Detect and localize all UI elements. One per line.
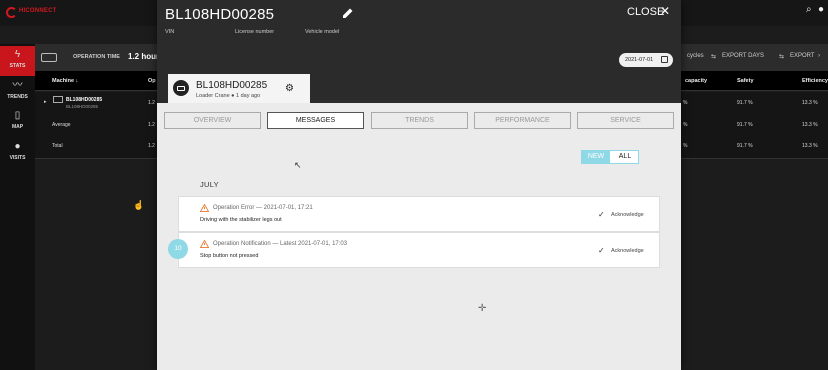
crosshair-cursor-icon: ✛ bbox=[478, 303, 487, 314]
acknowledge-button[interactable]: Acknowledge bbox=[611, 248, 644, 254]
tab-trends[interactable]: TRENDS bbox=[371, 112, 468, 129]
tab-messages[interactable]: MESSAGES bbox=[267, 112, 364, 129]
truck-icon bbox=[41, 53, 57, 62]
mouse-cursor-icon: ↖ bbox=[294, 160, 302, 170]
logo: HICONNECT bbox=[6, 7, 56, 19]
cell-safety: 91.7 % bbox=[737, 122, 753, 128]
map-icon: ▯ bbox=[14, 110, 21, 121]
user-icon[interactable]: ● bbox=[818, 4, 824, 15]
edit-icon[interactable] bbox=[342, 7, 354, 19]
filter-all-button[interactable]: ALL bbox=[611, 151, 639, 163]
machine-avatar bbox=[171, 78, 191, 98]
check-icon[interactable]: ✓ bbox=[598, 210, 605, 219]
cell-op: 1.2 bbox=[148, 143, 155, 149]
tab-performance[interactable]: PERFORMANCE bbox=[474, 112, 571, 129]
message-type: Operation Error — 2021-07-01, 17:21 bbox=[213, 205, 313, 211]
message-count-badge: 10 bbox=[168, 239, 188, 259]
nav-item-stats[interactable]: ϟ STATS bbox=[0, 46, 35, 76]
message-item[interactable]: Operation Error — 2021-07-01, 17:21 Driv… bbox=[178, 196, 660, 232]
warning-icon bbox=[200, 240, 209, 248]
machine-modal: BL108HD00285 CLOSE ✕ VIN License number … bbox=[157, 0, 681, 370]
message-type: Operation Notification — Latest 2021-07-… bbox=[213, 241, 348, 247]
export-button[interactable]: EXPORT bbox=[790, 53, 815, 59]
export-days-icon: ⇆ bbox=[711, 54, 717, 60]
machine-name: BL108HD00285 bbox=[66, 97, 103, 103]
search-icon[interactable]: ⌕ bbox=[806, 4, 812, 15]
close-button[interactable]: CLOSE bbox=[627, 6, 664, 18]
message-item[interactable]: Operation Notification — Latest 2021-07-… bbox=[178, 232, 660, 268]
cycles-label: cycles bbox=[687, 53, 704, 59]
nav-label-stats: STATS bbox=[9, 63, 26, 69]
cell-pct: % bbox=[683, 122, 688, 128]
row-name: Total bbox=[52, 143, 63, 149]
cell-safety: 91.7 % bbox=[737, 143, 753, 149]
machine-serial-title: BL108HD00285 bbox=[165, 6, 275, 23]
filter-new-button[interactable]: NEW bbox=[582, 151, 610, 163]
nav-label-trends: TRENDS bbox=[7, 94, 28, 100]
card-subtitle: Loader Crane ● 1 day ago bbox=[196, 93, 261, 99]
close-icon[interactable]: ✕ bbox=[660, 4, 670, 18]
cell-pct: % bbox=[683, 100, 688, 106]
expand-icon[interactable]: ▸ bbox=[44, 99, 47, 105]
cell-op: 1.2 bbox=[148, 122, 155, 128]
date-value: 2021-07-01 bbox=[625, 57, 654, 63]
date-picker[interactable]: 2021-07-01 bbox=[619, 53, 673, 67]
col-machine[interactable]: Machine ↓ bbox=[52, 78, 78, 84]
col-op[interactable]: Op bbox=[148, 78, 156, 84]
next-icon[interactable]: › bbox=[818, 53, 820, 59]
nav-item-trends[interactable]: 〰 TRENDS bbox=[0, 77, 35, 107]
logo-mark-icon bbox=[6, 7, 17, 18]
cell-op: 1.2 bbox=[148, 100, 155, 106]
machine-card: BL108HD00285 ⚙ Loader Crane ● 1 day ago bbox=[168, 74, 310, 103]
trends-icon: 〰 bbox=[12, 80, 23, 91]
check-icon[interactable]: ✓ bbox=[598, 246, 605, 255]
col-capacity[interactable]: capacity bbox=[685, 78, 707, 84]
operation-time-label: OPERATION TIME bbox=[73, 54, 120, 60]
nav-item-visits[interactable]: ● VISITS bbox=[0, 138, 35, 168]
gear-icon[interactable]: ⚙ bbox=[285, 83, 294, 94]
message-text: Driving with the stabilizer legs out bbox=[200, 217, 282, 223]
tab-overview[interactable]: OVERVIEW bbox=[164, 112, 261, 129]
cell-efficiency: 13.3 % bbox=[802, 122, 818, 128]
cell-safety: 91.7 % bbox=[737, 100, 753, 106]
machine-icon bbox=[53, 96, 63, 103]
col-safety[interactable]: Safety bbox=[737, 78, 754, 84]
calendar-icon bbox=[661, 56, 668, 63]
side-nav: ϟ STATS 〰 TRENDS ▯ MAP ● VISITS bbox=[0, 44, 35, 370]
month-heading: JULY bbox=[200, 180, 219, 189]
col-efficiency[interactable]: Efficiency bbox=[802, 78, 828, 84]
nav-label-map: MAP bbox=[11, 124, 24, 130]
warning-icon bbox=[200, 204, 209, 212]
nav-item-map[interactable]: ▯ MAP bbox=[0, 107, 35, 137]
cell-efficiency: 13.3 % bbox=[802, 100, 818, 106]
model-label: Vehicle model bbox=[305, 29, 340, 35]
truck-icon bbox=[177, 86, 185, 91]
logo-text: HICONNECT bbox=[19, 8, 57, 14]
export-icon: ⇆ bbox=[779, 54, 785, 60]
row-name: Average bbox=[52, 122, 71, 128]
stats-icon: ϟ bbox=[14, 49, 21, 60]
mouse-cursor-icon: ☝ bbox=[133, 200, 145, 210]
card-serial: BL108HD00285 bbox=[196, 80, 268, 91]
cell-efficiency: 13.3 % bbox=[802, 143, 818, 149]
vin-label: VIN bbox=[165, 29, 175, 35]
cell-pct: % bbox=[683, 143, 688, 149]
license-label: License number bbox=[235, 29, 275, 35]
machine-sub: BL108HD00285 bbox=[66, 104, 99, 109]
acknowledge-button[interactable]: Acknowledge bbox=[611, 212, 644, 218]
export-days-button[interactable]: EXPORT DAYS bbox=[722, 53, 764, 59]
visits-icon: ● bbox=[14, 141, 21, 152]
nav-label-visits: VISITS bbox=[9, 155, 26, 161]
modal-tabs: OVERVIEW MESSAGES TRENDS PERFORMANCE SER… bbox=[164, 112, 674, 129]
message-filter: NEW ALL bbox=[581, 150, 639, 164]
tab-service[interactable]: SERVICE bbox=[577, 112, 674, 129]
message-text: Stop button not pressed bbox=[200, 253, 259, 259]
